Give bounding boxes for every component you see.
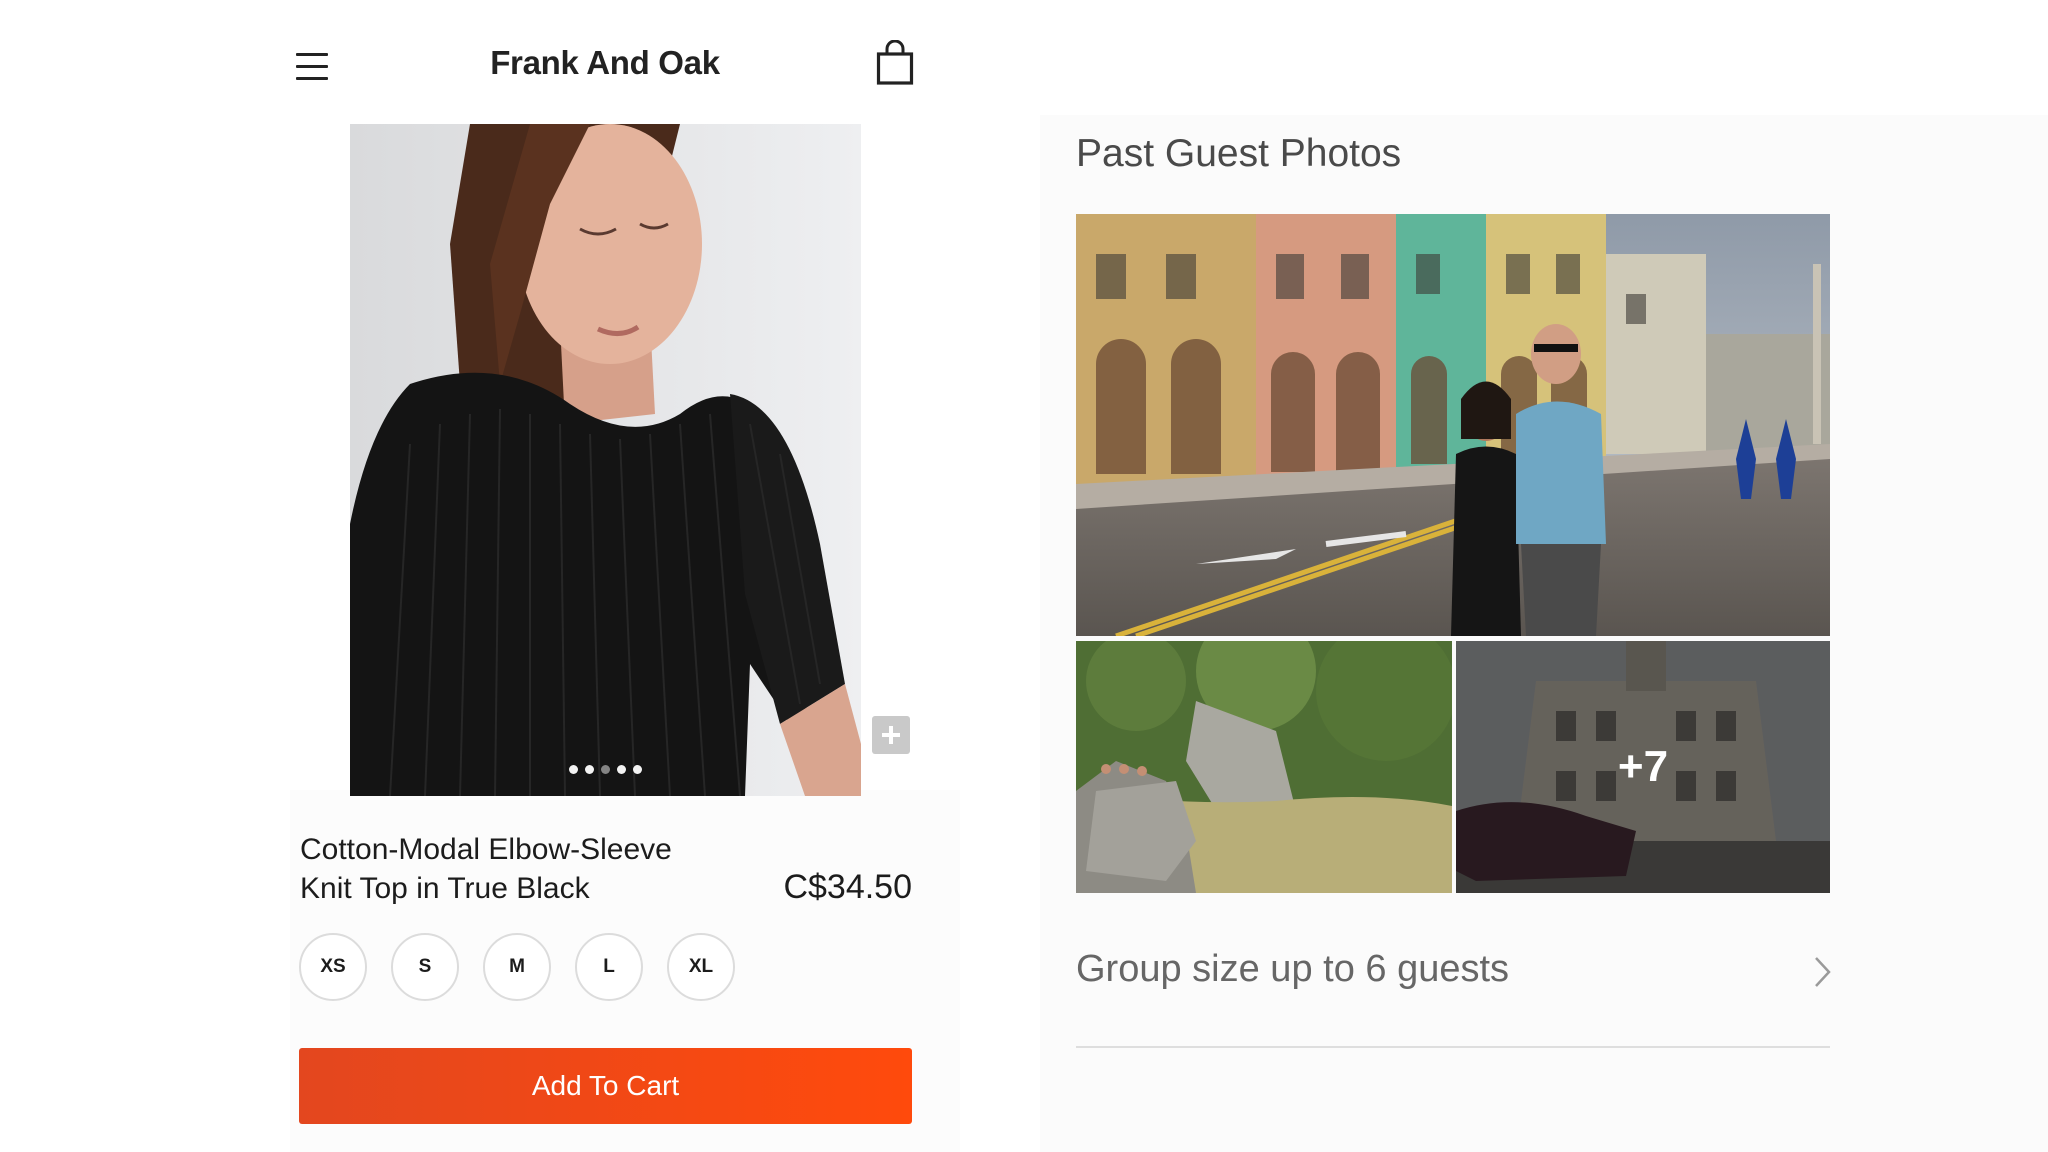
river-photo-illustration [1076,641,1452,893]
more-photos-count: +7 [1456,641,1830,893]
chevron-right-icon [1815,957,1831,987]
zoom-plus-button[interactable] [872,716,910,754]
past-guest-photos-title: Past Guest Photos [1076,132,1402,175]
brand-title: Frank And Oak [490,44,720,81]
product-name-line-2: Knit Top in True Black [300,872,590,905]
size-option-m[interactable]: M [483,933,551,1001]
hamburger-menu-icon[interactable] [296,53,330,83]
product-image[interactable] [350,124,861,796]
group-size-row[interactable]: Group size up to 6 guests [1076,946,1836,996]
street-photo-illustration [1076,214,1830,636]
carousel-dot[interactable] [585,765,594,774]
carousel-dot[interactable] [617,765,626,774]
guest-photo-river[interactable] [1076,641,1452,893]
group-size-label: Group size up to 6 guests [1076,948,1510,990]
shopping-bag-icon[interactable] [876,40,914,86]
size-option-xs[interactable]: XS [299,933,367,1001]
carousel-dot[interactable] [601,765,610,774]
product-price: C$34.50 [783,868,912,906]
product-name-line-1: Cotton-Modal Elbow-Sleeve [300,833,672,866]
size-option-xl[interactable]: XL [667,933,735,1001]
add-to-cart-button[interactable]: Add To Cart [299,1048,912,1124]
guest-photo-more[interactable]: +7 [1456,641,1830,893]
model-photo [350,124,861,796]
image-carousel-dots[interactable] [350,765,861,774]
carousel-dot[interactable] [569,765,578,774]
guest-photo-street[interactable] [1076,214,1830,636]
carousel-dot[interactable] [633,765,642,774]
size-option-l[interactable]: L [575,933,643,1001]
product-name: Cotton-Modal Elbow-Sleeve Knit Top in Tr… [300,830,740,908]
size-option-s[interactable]: S [391,933,459,1001]
divider [1076,1046,1830,1048]
